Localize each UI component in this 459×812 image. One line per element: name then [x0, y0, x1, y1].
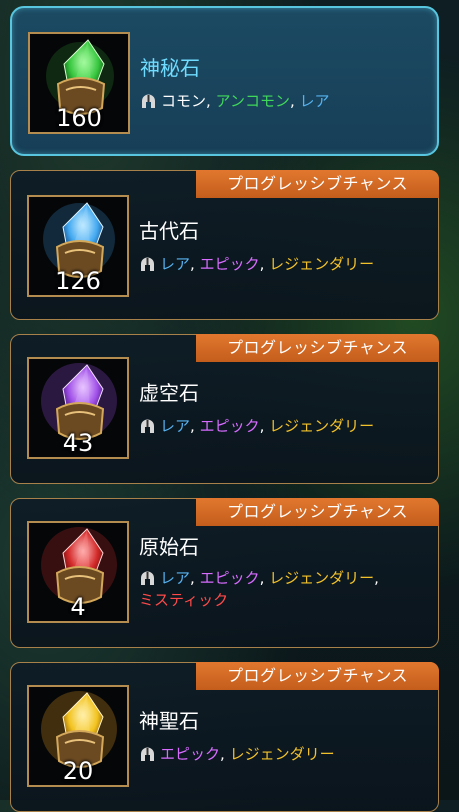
rarity-rare: レア: [160, 417, 191, 435]
progressive-chance-badge: プログレッシブチャンス: [196, 334, 439, 362]
shard-card-primal[interactable]: プログレッシブチャンス 4 原始石 レア, エピック, レジェンダリー, ミスティ…: [10, 498, 439, 648]
helmet-icon: [141, 257, 154, 271]
shard-image-sacred: 20: [27, 685, 129, 787]
rarity-list: レア, エピック, レジェンダリー: [139, 415, 374, 437]
helmet-icon: [141, 747, 154, 761]
shard-card-void[interactable]: プログレッシブチャンス 43 虚空石 レア, エピック, レジェンダリー: [10, 334, 439, 484]
shard-count: 4: [70, 593, 86, 621]
shard-image-void: 43: [27, 357, 129, 459]
progressive-chance-badge: プログレッシブチャンス: [196, 662, 439, 690]
shard-image-mystery: 160: [28, 32, 130, 134]
rarity-rare: レア: [160, 569, 191, 587]
rarity-epic: エピック: [199, 255, 260, 273]
rarity-list: レア, エピック, レジェンダリー, ミスティック: [139, 569, 379, 609]
shard-count: 20: [62, 757, 94, 785]
shard-image-ancient: 126: [27, 195, 129, 297]
shard-card-sacred[interactable]: プログレッシブチャンス 20 神聖石 エピック, レジェンダリー: [10, 662, 439, 812]
shard-name: 古代石: [139, 219, 199, 243]
rarity-list: レア, エピック, レジェンダリー: [139, 253, 374, 275]
rarity-common: コモン: [161, 92, 207, 110]
shard-count: 160: [56, 104, 102, 132]
rarity-rare: レア: [299, 92, 330, 110]
shard-image-primal: 4: [27, 521, 129, 623]
rarity-legendary: レジェンダリー: [269, 417, 375, 435]
shard-count: 43: [62, 429, 94, 457]
rarity-list: エピック, レジェンダリー: [139, 743, 335, 765]
shard-name: 原始石: [139, 535, 199, 559]
shard-name: 虚空石: [139, 381, 199, 405]
rarity-mythical: ミスティック: [139, 591, 229, 609]
rarity-uncommon: アンコモン: [215, 92, 290, 110]
shard-count: 126: [55, 267, 101, 295]
rarity-legendary: レジェンダリー: [229, 745, 335, 763]
helmet-icon: [141, 571, 154, 585]
rarity-list: コモン, アンコモン, レア: [140, 90, 330, 112]
rarity-epic: エピック: [199, 417, 260, 435]
rarity-epic: エピック: [199, 569, 260, 587]
rarity-legendary: レジェンダリー: [269, 569, 375, 587]
shard-name: 神聖石: [139, 709, 199, 733]
rarity-legendary: レジェンダリー: [269, 255, 375, 273]
rarity-epic: エピック: [160, 745, 221, 763]
progressive-chance-badge: プログレッシブチャンス: [196, 170, 439, 198]
shard-card-mystery[interactable]: 160 神秘石 コモン, アンコモン, レア: [10, 6, 439, 156]
helmet-icon: [141, 419, 154, 433]
shard-card-ancient[interactable]: プログレッシブチャンス 126 古代石 レア, エピック, レジェンダリー: [10, 170, 439, 320]
rarity-rare: レア: [160, 255, 191, 273]
helmet-icon: [142, 94, 155, 108]
progressive-chance-badge: プログレッシブチャンス: [196, 498, 439, 526]
shard-name: 神秘石: [140, 56, 200, 80]
